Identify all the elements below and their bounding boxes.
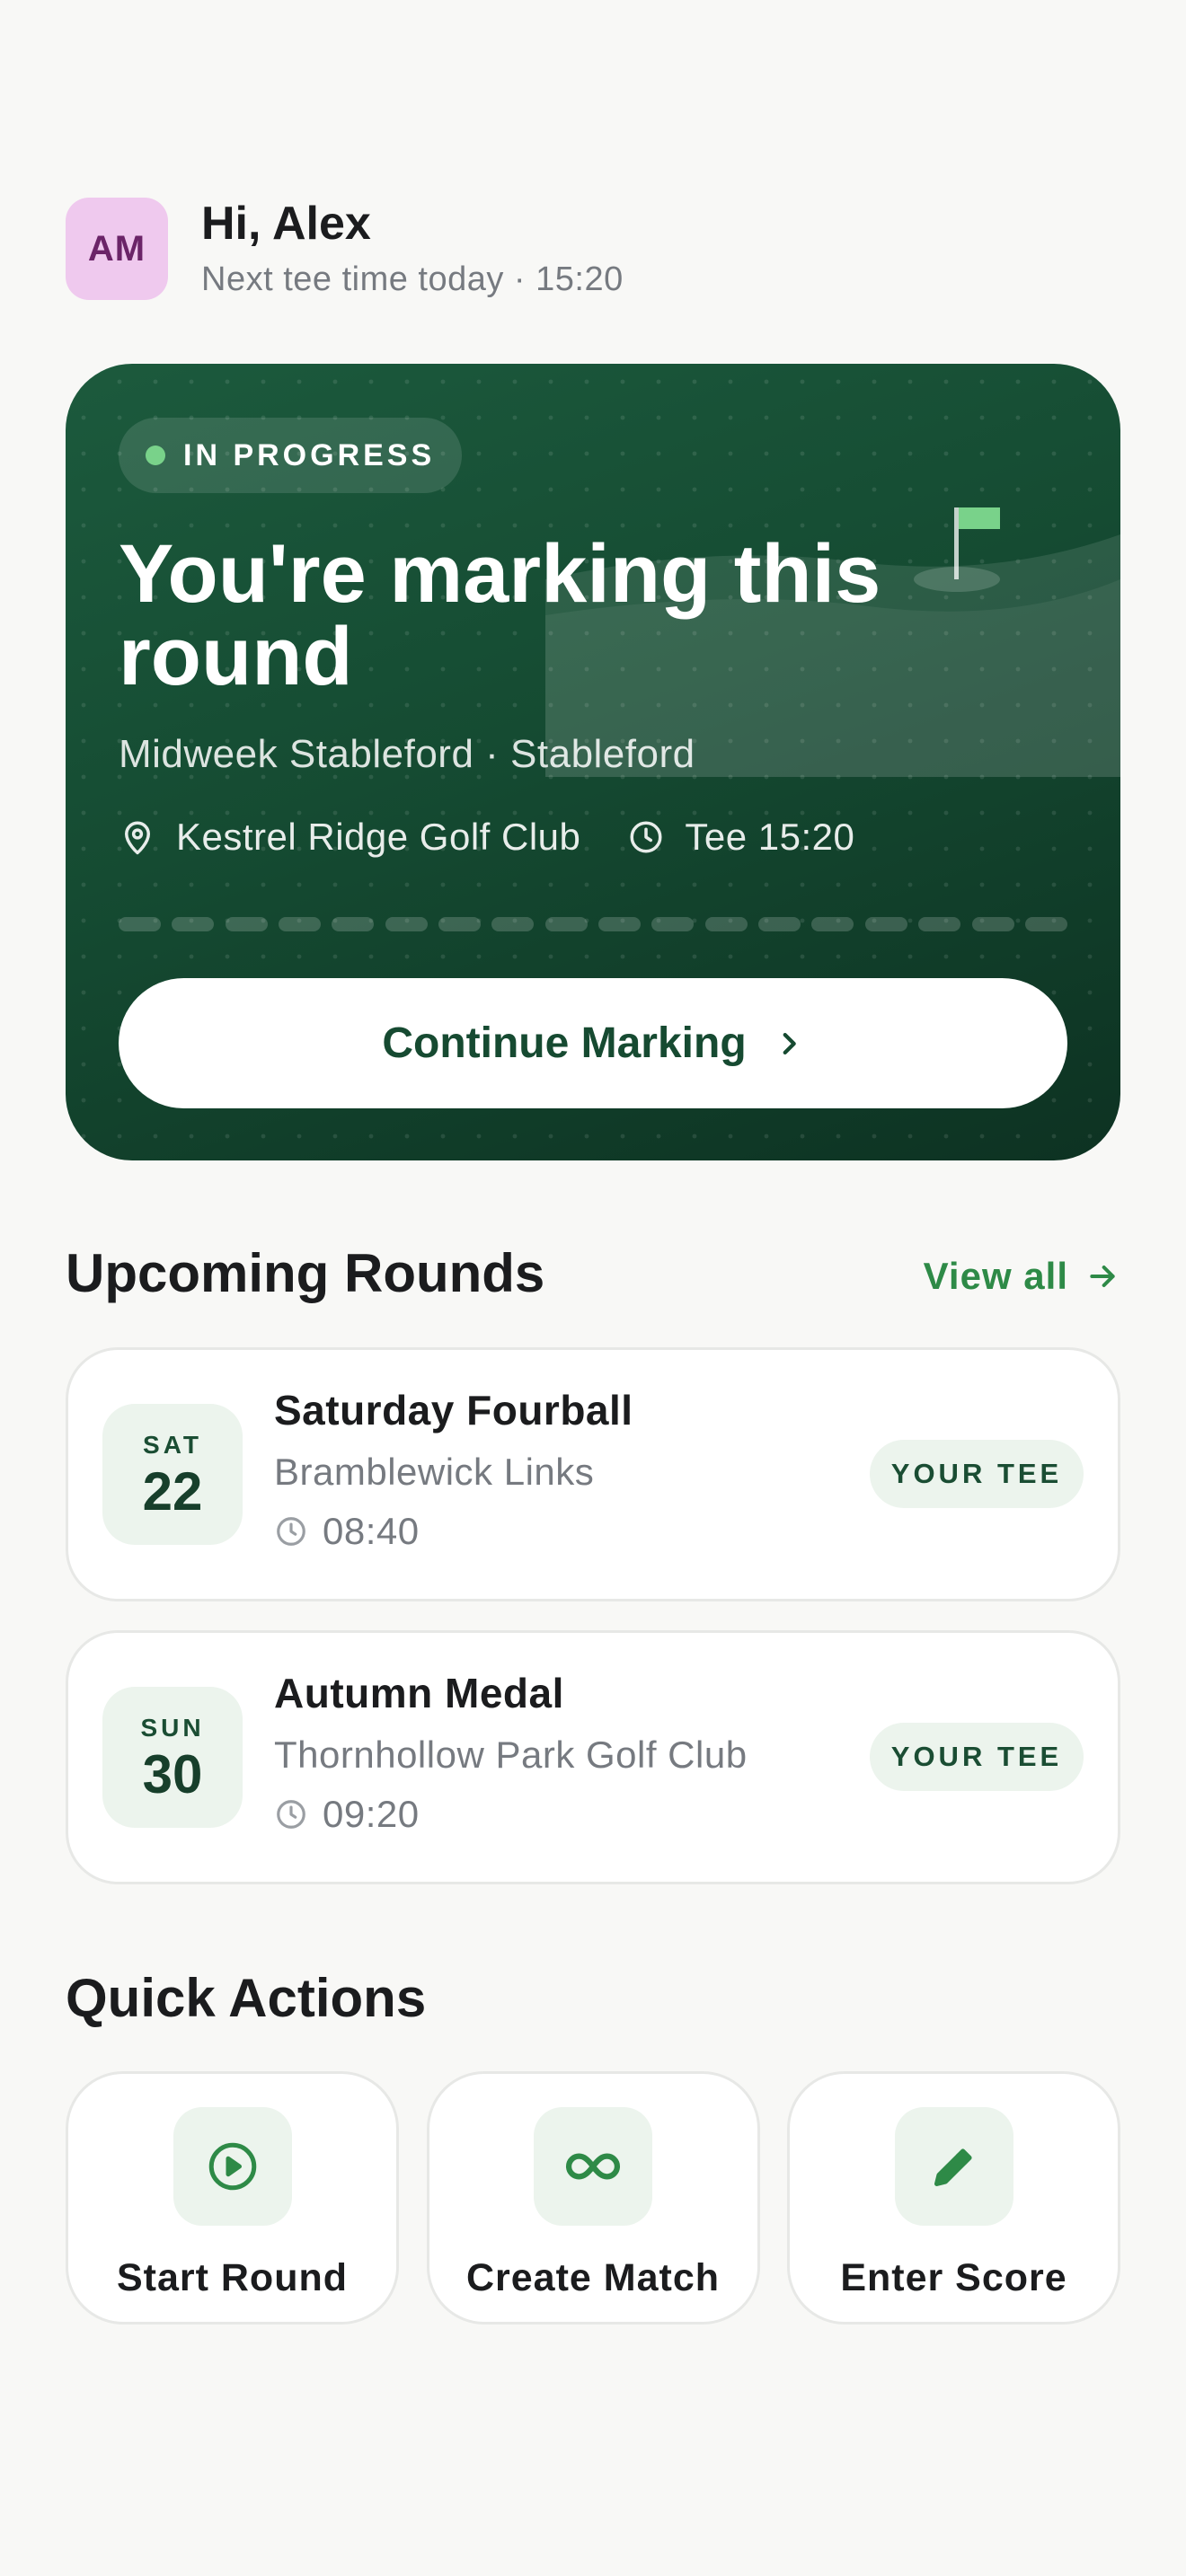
view-all-label: View all <box>923 1255 1068 1297</box>
round-info: Autumn Medal Thornhollow Park Golf Club … <box>274 1669 748 1836</box>
continue-marking-label: Continue Marking <box>382 1019 747 1067</box>
round-time-value: 08:40 <box>323 1510 420 1552</box>
your-tee-badge: YOUR TEE <box>870 1440 1084 1508</box>
create-match-label: Create Match <box>465 2256 721 2299</box>
round-name: Autumn Medal <box>274 1670 564 1716</box>
your-tee-badge: YOUR TEE <box>870 1723 1084 1791</box>
hero-title: You're marking this round <box>119 528 881 702</box>
day-number: 22 <box>142 1460 203 1522</box>
map-pin-icon <box>125 821 150 855</box>
enter-score-button[interactable]: Enter Score <box>787 2071 1120 2325</box>
greeting-subtitle: Next tee time today · 15:20 <box>201 260 624 299</box>
arrow-right-icon <box>1090 1266 1115 1287</box>
infinity-icon <box>566 2153 620 2180</box>
day-of-week: SUN <box>140 1713 205 1742</box>
round-time: 08:40 <box>274 1510 633 1553</box>
tee-time: Tee 15:20 <box>685 816 855 858</box>
active-round-card[interactable]: IN PROGRESS You're marking this round Mi… <box>66 364 1120 1160</box>
view-all-link[interactable]: View all <box>924 1251 1120 1301</box>
continue-marking-button[interactable]: Continue Marking <box>119 978 1067 1108</box>
header: AM Hi, Alex Next tee time today · 15:20 <box>66 198 624 300</box>
day-number: 30 <box>142 1743 203 1804</box>
round-time-value: 09:20 <box>323 1793 420 1835</box>
pencil-icon <box>934 2148 972 2186</box>
quick-actions-title: Quick Actions <box>66 1968 427 2028</box>
round-card[interactable]: SUN 30 Autumn Medal Thornhollow Park Gol… <box>66 1630 1120 1884</box>
play-circle-icon <box>208 2142 256 2191</box>
enter-score-label: Enter Score <box>840 2256 1067 2299</box>
upcoming-rounds-title: Upcoming Rounds <box>66 1243 545 1303</box>
date-box: SAT 22 <box>102 1404 243 1545</box>
clock-icon <box>277 1800 305 1829</box>
chevron-right-icon <box>783 1032 796 1054</box>
hole-progress <box>119 917 1067 931</box>
hero-subtitle: Midweek Stableford · Stableford <box>119 732 695 776</box>
create-match-button[interactable]: Create Match <box>426 2071 760 2325</box>
start-round-label: Start Round <box>116 2256 349 2299</box>
status-dot <box>146 446 165 465</box>
status-text: IN PROGRESS <box>183 437 436 472</box>
greeting-block: Hi, Alex Next tee time today · 15:20 <box>201 198 624 299</box>
location-item: Kestrel Ridge Golf Club <box>119 816 580 859</box>
avatar[interactable]: AM <box>66 198 168 300</box>
round-name: Saturday Fourball <box>274 1387 633 1434</box>
quick-actions-row: Start Round Create Match Enter Score <box>66 2071 1120 2325</box>
course-name: Kestrel Ridge Golf Club <box>176 816 581 858</box>
round-card[interactable]: SAT 22 Saturday Fourball Bramblewick Lin… <box>66 1347 1120 1601</box>
round-course: Thornhollow Park Golf Club <box>274 1734 748 1776</box>
status-badge: IN PROGRESS <box>119 418 463 493</box>
action-icon-tile <box>894 2107 1013 2226</box>
day-of-week: SAT <box>143 1430 202 1459</box>
clock-icon <box>277 1517 305 1546</box>
round-course: Bramblewick Links <box>274 1451 595 1493</box>
action-icon-tile <box>173 2107 292 2226</box>
round-meta: Kestrel Ridge Golf Club Tee 15:20 <box>119 816 854 859</box>
clock-icon <box>630 821 662 853</box>
round-info: Saturday Fourball Bramblewick Links 08:4… <box>274 1386 633 1553</box>
start-round-button[interactable]: Start Round <box>66 2071 399 2325</box>
tee-item: Tee 15:20 <box>627 816 854 859</box>
greeting-title: Hi, Alex <box>201 197 371 250</box>
round-time: 09:20 <box>274 1793 748 1836</box>
date-box: SUN 30 <box>102 1687 243 1828</box>
action-icon-tile <box>534 2107 652 2226</box>
